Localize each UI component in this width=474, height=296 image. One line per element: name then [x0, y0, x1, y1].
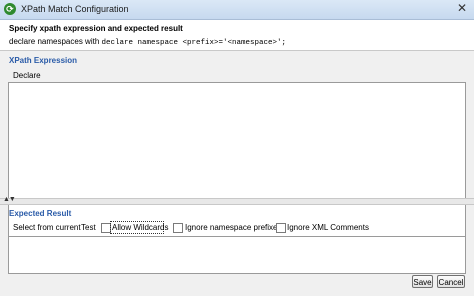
title-bar: ⟳ XPath Match Configuration ✕ — [0, 0, 474, 20]
expected-result-textarea[interactable] — [8, 236, 466, 274]
xpath-section-title: XPath Expression — [9, 56, 78, 65]
test-button[interactable]: Test — [81, 223, 96, 232]
ignore-namespace-prefixes-label[interactable]: Ignore namespace prefixes — [185, 223, 282, 232]
splitter-arrows-icon[interactable]: ▲▼ — [3, 196, 16, 203]
expected-result-section-title: Expected Result — [9, 209, 72, 218]
window-title: XPath Match Configuration — [21, 4, 129, 14]
ignore-namespace-prefixes-checkbox[interactable] — [173, 223, 183, 233]
close-icon[interactable]: ✕ — [455, 2, 469, 15]
ignore-xml-comments-checkbox[interactable] — [276, 223, 286, 233]
ignore-xml-comments-label[interactable]: Ignore XML Comments — [287, 223, 369, 232]
declare-button[interactable]: Declare — [13, 71, 41, 80]
cancel-button[interactable]: Cancel — [437, 275, 465, 288]
allow-wildcards-label[interactable]: Allow Wildcards — [112, 223, 168, 232]
namespace-declaration-code: declare namespace <prefix>='<namespace>'… — [101, 39, 287, 47]
dialog-body: XPath Expression Declare ▲▼ Expected Res… — [0, 51, 474, 296]
dialog-header: Specify xpath expression and expected re… — [0, 20, 474, 51]
dialog-heading: Specify xpath expression and expected re… — [9, 24, 183, 33]
split-pane-divider[interactable]: ▲▼ — [0, 196, 474, 205]
select-from-current-button[interactable]: Select from current — [13, 223, 81, 232]
save-button[interactable]: Save — [412, 275, 433, 288]
dialog-description: declare namespaces with declare namespac… — [9, 37, 286, 47]
description-prefix: declare namespaces with — [9, 37, 102, 46]
soapui-app-icon: ⟳ — [4, 3, 16, 15]
